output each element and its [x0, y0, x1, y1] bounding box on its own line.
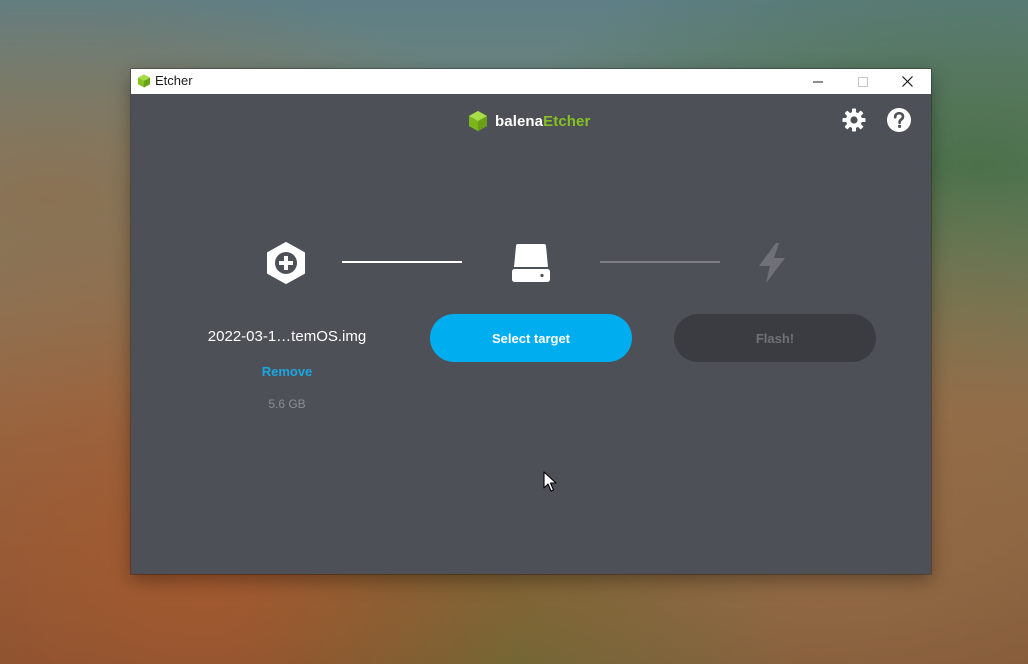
window-title: Etcher: [155, 73, 193, 88]
flash-button[interactable]: Flash!: [674, 314, 876, 362]
title-bar[interactable]: Etcher: [131, 69, 931, 94]
minimize-icon: [812, 81, 823, 82]
balena-etcher-logo: balenaEtcher: [467, 110, 590, 132]
drive-icon: [512, 244, 550, 282]
balena-cube-icon: [469, 111, 487, 131]
close-button[interactable]: [885, 69, 930, 94]
plus-hexagon-icon: [267, 242, 305, 284]
etcher-app-icon: [138, 74, 150, 88]
step-connector-1: [342, 261, 462, 263]
select-target-button[interactable]: Select target: [430, 314, 632, 362]
help-icon[interactable]: [886, 107, 912, 133]
step-connector-2: [600, 261, 720, 263]
logo-text-balena: balena: [495, 112, 544, 130]
gear-icon[interactable]: [841, 107, 867, 133]
mouse-cursor-icon: [543, 471, 557, 492]
app-content: balenaEtcher 2022-03-1…temOS.img Remove …: [131, 94, 931, 574]
maximize-button[interactable]: [840, 69, 885, 94]
image-filename: 2022-03-1…temOS.img: [207, 328, 367, 345]
lightning-icon: [759, 243, 785, 283]
logo-text: balenaEtcher: [495, 113, 590, 130]
maximize-icon: [857, 76, 868, 87]
minimize-button[interactable]: [795, 69, 840, 94]
close-icon: [902, 76, 913, 87]
etcher-window: Etcher balenaEtcher 2022-03-1…temOS.img …: [131, 69, 931, 574]
image-size: 5.6 GB: [268, 397, 306, 411]
logo-text-etcher: Etcher: [543, 112, 591, 130]
remove-image-link[interactable]: Remove: [237, 364, 337, 379]
